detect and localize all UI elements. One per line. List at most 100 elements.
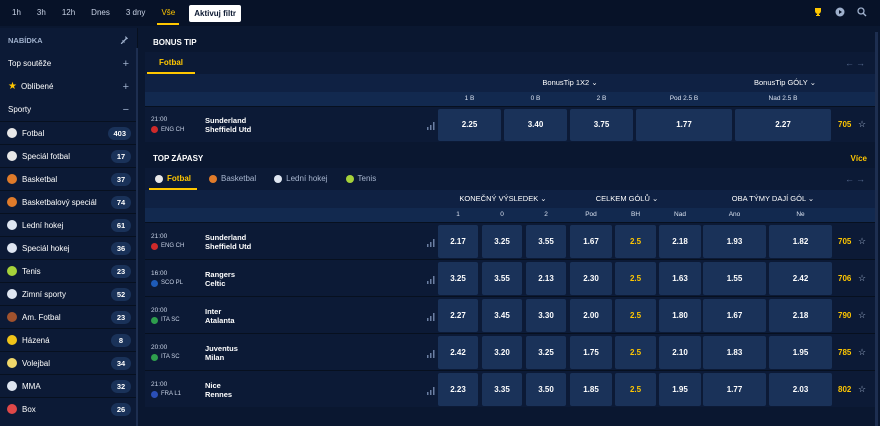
tab-2[interactable]: Lední hokej — [268, 168, 333, 190]
favorite-star-icon[interactable]: ☆ — [858, 273, 866, 284]
more-markets-count[interactable]: 705 — [838, 120, 851, 129]
pin-icon[interactable] — [120, 35, 129, 46]
sidebar-sport-item[interactable]: Házená 8 — [0, 328, 137, 351]
match-row[interactable]: 20:00 ITA SC Inter Atalanta 2.27 3.45 3.30 2.00… — [145, 296, 875, 333]
sidebar-sport-item[interactable]: Speciál hokej 36 — [0, 236, 137, 259]
sidebar-sport-item[interactable]: Speciál fotbal 17 — [0, 144, 137, 167]
odds-button[interactable]: 2.17 — [438, 225, 478, 258]
more-link[interactable]: Více — [851, 154, 867, 163]
match-row[interactable]: 21:00 ENG CH Sunderland Sheffield Utd 2.17 3.… — [145, 222, 875, 259]
sidebar-scrollbar[interactable] — [136, 48, 138, 426]
sidebar-item-favorites[interactable]: ★ Oblíbené + — [0, 75, 137, 98]
stats-icon[interactable] — [427, 386, 435, 395]
odds-button[interactable]: 1.82 — [769, 225, 832, 258]
odds-button[interactable]: 2.42 — [438, 336, 478, 369]
top-group-2[interactable]: OBA TÝMY DAJÍ GÓL ⌄ — [698, 190, 848, 208]
odds-button[interactable]: 1.77 — [636, 109, 732, 141]
more-markets-count[interactable]: 802 — [838, 385, 851, 394]
odds-button[interactable]: 3.40 — [504, 109, 567, 141]
odds-button[interactable]: 2.00 — [570, 299, 612, 332]
favorite-star-icon[interactable]: ☆ — [858, 310, 866, 321]
sidebar-item-sports[interactable]: Sporty − — [0, 98, 137, 121]
odds-button[interactable]: 2.5 — [615, 225, 656, 258]
odds-button[interactable]: 2.5 — [615, 262, 656, 295]
stats-icon[interactable] — [427, 238, 435, 247]
tab-0[interactable]: Fotbal — [149, 168, 197, 190]
odds-button[interactable]: 2.5 — [615, 373, 656, 406]
odds-button[interactable]: 3.30 — [526, 299, 566, 332]
odds-button[interactable]: 1.80 — [659, 299, 701, 332]
top-group-1[interactable]: CELKEM GÓLŮ ⌄ — [567, 190, 687, 208]
odds-button[interactable]: 1.67 — [703, 299, 766, 332]
sidebar-sport-item[interactable]: Lední hokej 61 — [0, 213, 137, 236]
odds-button[interactable]: 1.55 — [703, 262, 766, 295]
odds-button[interactable]: 1.85 — [570, 373, 612, 406]
time-filter-5[interactable]: Vše — [153, 0, 183, 26]
odds-button[interactable]: 3.25 — [438, 262, 478, 295]
odds-button[interactable]: 1.93 — [703, 225, 766, 258]
more-markets-count[interactable]: 706 — [838, 274, 851, 283]
activate-filter-button[interactable]: Aktivuj filtr — [189, 4, 242, 22]
sidebar-sport-item[interactable]: Zimní sporty 52 — [0, 282, 137, 305]
odds-button[interactable]: 3.25 — [526, 336, 566, 369]
odds-button[interactable]: 2.5 — [615, 336, 656, 369]
odds-button[interactable]: 3.75 — [570, 109, 633, 141]
tab-1[interactable]: Basketbal — [203, 168, 262, 190]
top-group-0[interactable]: KONEČNÝ VÝSLEDEK ⌄ — [443, 190, 563, 208]
more-markets-count[interactable]: 705 — [838, 237, 851, 246]
carousel-arrows[interactable]: ←→ — [845, 174, 867, 184]
time-filter-0[interactable]: 1h — [4, 0, 29, 26]
stats-icon[interactable] — [427, 122, 435, 130]
odds-button[interactable]: 2.13 — [526, 262, 566, 295]
odds-button[interactable]: 2.27 — [735, 109, 831, 141]
sidebar-sport-item[interactable]: Volejbal 34 — [0, 351, 137, 374]
favorite-star-icon[interactable]: ☆ — [858, 347, 866, 358]
odds-button[interactable]: 3.55 — [526, 225, 566, 258]
odds-button[interactable]: 1.67 — [570, 225, 612, 258]
bonus-group-0[interactable]: BonusTip 1X2 ⌄ — [505, 74, 635, 92]
stats-icon[interactable] — [427, 275, 435, 284]
sidebar-item-top-competitions[interactable]: Top soutěže + — [0, 52, 137, 75]
odds-button[interactable]: 2.03 — [769, 373, 832, 406]
sidebar-sport-item[interactable]: Am. Fotbal 23 — [0, 305, 137, 328]
favorite-star-icon[interactable]: ☆ — [858, 236, 866, 247]
stats-icon[interactable] — [427, 349, 435, 358]
trophy-icon[interactable] — [812, 6, 824, 18]
match-row[interactable]: 16:00 SCO PL Rangers Celtic 3.25 3.55 2.13 2.30… — [145, 259, 875, 296]
odds-button[interactable]: 3.55 — [482, 262, 522, 295]
sidebar-sport-item[interactable]: Basketbal 37 — [0, 167, 137, 190]
favorite-star-icon[interactable]: ☆ — [858, 384, 866, 395]
tab-3[interactable]: Tenis — [340, 168, 383, 190]
odds-button[interactable]: 1.95 — [769, 336, 832, 369]
odds-button[interactable]: 2.23 — [438, 373, 478, 406]
time-filter-2[interactable]: 12h — [54, 0, 83, 26]
stats-icon[interactable] — [427, 312, 435, 321]
odds-button[interactable]: 1.63 — [659, 262, 701, 295]
expand-plus-icon[interactable]: + — [123, 58, 129, 70]
sidebar-sport-item[interactable]: Fotbal 403 — [0, 121, 137, 144]
odds-button[interactable]: 1.83 — [703, 336, 766, 369]
odds-button[interactable]: 2.42 — [769, 262, 832, 295]
odds-button[interactable]: 1.75 — [570, 336, 612, 369]
match-row[interactable]: 20:00 ITA SC Juventus Milan 2.42 3.20 3.25 1.75… — [145, 333, 875, 370]
odds-button[interactable]: 3.45 — [482, 299, 522, 332]
time-filter-1[interactable]: 3h — [29, 0, 54, 26]
sidebar-sport-item[interactable]: MMA 32 — [0, 374, 137, 397]
more-markets-count[interactable]: 785 — [838, 348, 851, 357]
odds-button[interactable]: 2.30 — [570, 262, 612, 295]
odds-button[interactable]: 2.18 — [659, 225, 701, 258]
carousel-arrows[interactable]: ←→ — [845, 58, 867, 68]
sidebar-sport-item[interactable]: Box 26 — [0, 397, 137, 420]
match-row[interactable]: 21:00 FRA L1 Nice Rennes 2.23 3.35 3.50 1.85 2.5… — [145, 370, 875, 407]
expand-plus-icon[interactable]: + — [123, 81, 129, 93]
odds-button[interactable]: 2.18 — [769, 299, 832, 332]
search-icon[interactable] — [856, 6, 868, 18]
match-row[interactable]: 21:00 ENG CH Sunderland Sheffield Utd 2.25 3.… — [145, 106, 875, 142]
time-filter-4[interactable]: 3 dny — [118, 0, 154, 26]
main-scrollbar[interactable] — [875, 32, 878, 426]
favorite-star-icon[interactable]: ☆ — [858, 119, 866, 130]
odds-button[interactable]: 3.35 — [482, 373, 522, 406]
bonus-group-1[interactable]: BonusTip GÓLY ⌄ — [735, 74, 835, 92]
odds-button[interactable]: 2.25 — [438, 109, 501, 141]
more-markets-count[interactable]: 790 — [838, 311, 851, 320]
